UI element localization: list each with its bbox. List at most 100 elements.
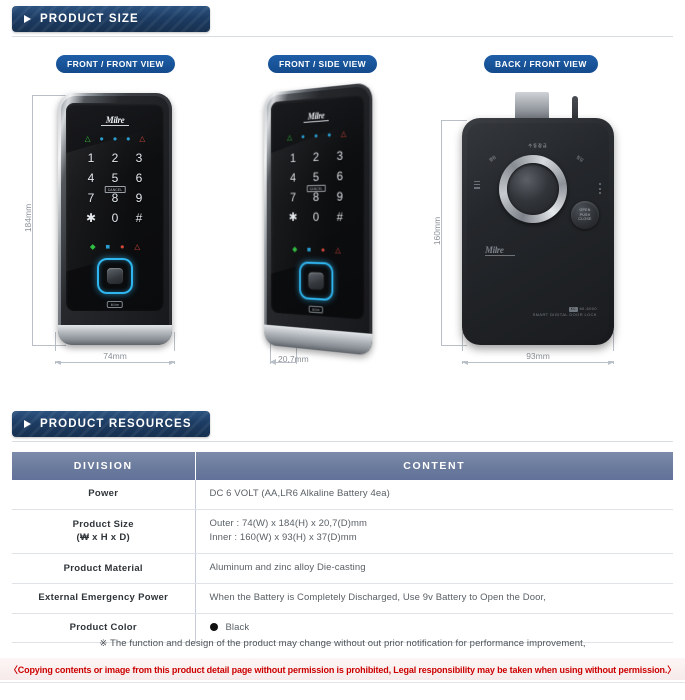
device-side-base <box>264 324 373 356</box>
key-8[interactable]: 8 <box>103 191 127 205</box>
key-hash[interactable]: # <box>328 210 352 224</box>
mute-icon: ◆ <box>89 242 96 251</box>
column-header-division: DIVISION <box>12 452 196 480</box>
key-0[interactable]: 0 <box>103 211 127 225</box>
open-close-button[interactable]: OPEN PUSH CLOSE <box>571 201 599 229</box>
key-6[interactable]: 6 <box>328 169 352 184</box>
content-line-outer: Outer : 74(W) x 184(H) x 20,7(D)mm <box>209 517 368 529</box>
key-9[interactable]: 9 <box>127 191 151 205</box>
key-4[interactable]: 4 <box>282 170 305 185</box>
key-star[interactable]: ✱ <box>282 210 305 224</box>
network-icon: ● <box>126 134 131 143</box>
table-header-row: DIVISION CONTENT <box>12 452 673 480</box>
status-indicator-row-top: △ ● ● ● △ <box>66 135 164 143</box>
table-row: Product Material Aluminum and zinc alloy… <box>12 553 673 584</box>
cell-content-product-size: Outer : 74(W) x 184(H) x 20,7(D)mm Inner… <box>195 509 673 555</box>
model-name: SMART DIGITAL DOOR LOCK <box>532 312 597 317</box>
page-bottom-divider <box>0 682 685 683</box>
cell-content-external-emergency-power: When the Battery is Completely Discharge… <box>195 583 673 614</box>
cell-content-product-material: Aluminum and zinc alloy Die-casting <box>195 553 673 584</box>
key-star[interactable]: ✱ <box>79 211 103 225</box>
table-body: Power DC 6 VOLT (AA,LR6 Alkaline Battery… <box>12 480 673 644</box>
fingerprint-reader-ring-side[interactable] <box>299 261 334 302</box>
manual-turn-knob-face[interactable] <box>507 163 559 215</box>
fingerprint-sensor-pad[interactable] <box>107 268 123 284</box>
key-6[interactable]: 6 <box>127 171 151 185</box>
dim-label-width-back: 93mm <box>462 351 614 361</box>
battery-low-icon: ● <box>320 245 326 255</box>
key-7[interactable]: 7 <box>79 191 103 205</box>
cell-division-product-size: Product Size (₩ x H x D) <box>12 509 196 555</box>
key-0[interactable]: 0 <box>304 210 327 224</box>
product-view-front-front: 184mm 74mm Milre △ ● ● ● △ 1 2 3 4 5 CAN… <box>0 0 230 400</box>
column-header-content: CONTENT <box>195 452 673 480</box>
device-side-body-wrapper: Milre △ ● ● ● △ 1 2 3 4 5 CANCEL 6 7 8 9… <box>264 82 373 356</box>
section-divider-resources <box>12 441 673 442</box>
section-title-product-resources: PRODUCT RESOURCES <box>40 418 192 430</box>
key-4[interactable]: 4 <box>79 171 103 185</box>
device-back-inner-panel: 수동잠금 열림 잠김 OPEN PUSH CLOSE Milre KC MI-6… <box>467 123 609 340</box>
key-7[interactable]: 7 <box>282 190 305 204</box>
key-2[interactable]: 2 <box>304 149 327 164</box>
dim-label-height-front: 184mm <box>23 203 33 233</box>
table-row: External Emergency Power When the Batter… <box>12 583 673 614</box>
device-side-body: Milre △ ● ● ● △ 1 2 3 4 5 CANCEL 6 7 8 9… <box>264 82 373 356</box>
dim-tick-top-back <box>441 120 467 121</box>
cell-content-power: DC 6 VOLT (AA,LR6 Alkaline Battery 4ea) <box>195 480 673 510</box>
key-5[interactable]: 5 CANCEL <box>304 169 327 193</box>
cell-division-power: Power <box>12 480 196 510</box>
dim-line-width-front <box>55 362 175 363</box>
left-vent-slots-2 <box>474 181 480 189</box>
color-swatch-black-icon <box>209 622 218 631</box>
warning-icon: △ <box>335 245 341 255</box>
device-front-body: Milre △ ● ● ● △ 1 2 3 4 5 CANCEL 6 7 8 9… <box>58 93 172 345</box>
bluetooth-icon: ● <box>313 130 319 141</box>
status-indicator-row-bottom: ◆ ■ ● △ <box>66 243 164 251</box>
status-indicator-row-bottom-side: ◆ ■ ● △ <box>271 245 365 255</box>
vent-slot <box>474 181 480 183</box>
keypad-grid-side[interactable]: 1 2 3 4 5 CANCEL 6 7 8 9 ✱ 0 # <box>271 147 365 225</box>
content-line-inner: Inner : 160(W) x 93(H) x 37(D)mm <box>209 532 357 544</box>
table-row: Product Size (₩ x H x D) Outer : 74(W) x… <box>12 509 673 555</box>
alarm-bell-icon: △ <box>139 134 146 143</box>
indicator-dot <box>599 192 601 194</box>
key-1[interactable]: 1 <box>79 151 103 165</box>
alarm-bell-icon: △ <box>340 128 347 139</box>
device-back-body: 수동잠금 열림 잠김 OPEN PUSH CLOSE Milre KC MI-6… <box>462 118 614 345</box>
key-5-label: 5 <box>313 169 320 185</box>
vent-slot <box>474 184 480 186</box>
key-3[interactable]: 3 <box>328 148 352 164</box>
close-label: CLOSE <box>578 217 592 222</box>
key-2[interactable]: 2 <box>103 151 127 165</box>
knob-label-manual-lock: 수동잠금 <box>528 143 548 148</box>
key-9[interactable]: 9 <box>328 189 352 204</box>
key-3[interactable]: 3 <box>127 151 151 165</box>
bluetooth-icon: ● <box>112 134 118 143</box>
specification-table: DIVISION CONTENT Power DC 6 VOLT (AA,LR6… <box>12 452 673 644</box>
indicator-dot <box>599 187 601 190</box>
key-8[interactable]: 8 <box>304 190 327 204</box>
key-hash[interactable]: # <box>127 211 151 225</box>
battery-low-icon: ● <box>119 242 125 251</box>
cell-division-external-emergency-power: External Emergency Power <box>12 583 196 614</box>
product-view-front-side: 20,7mm Milre △ ● ● ● △ 1 2 3 4 5 CANCEL … <box>240 0 440 400</box>
keypad-grid[interactable]: 1 2 3 4 5 CANCEL 6 7 8 9 ✱ 0 # <box>66 151 164 225</box>
brand-logo-back: Milre <box>485 245 515 256</box>
manual-turn-knob[interactable] <box>499 155 567 223</box>
signal-icon: ■ <box>306 244 312 254</box>
brand-logo-side: Milre <box>271 107 365 126</box>
mute-icon: ◆ <box>292 244 298 254</box>
cell-division-product-material: Product Material <box>12 553 196 584</box>
key-5[interactable]: 5 CANCEL <box>103 171 127 193</box>
fingerprint-sensor-pad-side[interactable] <box>308 272 324 290</box>
fingerprint-reader-ring[interactable] <box>97 258 133 294</box>
key-1[interactable]: 1 <box>282 151 305 166</box>
status-indicator-row-top-side: △ ● ● ● △ <box>271 129 365 143</box>
network-icon: ● <box>327 129 332 140</box>
device-front-base <box>58 325 172 345</box>
triangle-marker-icon <box>24 420 31 428</box>
copyright-warning-bar: 〈Copying contents or image from this pro… <box>0 658 685 680</box>
right-indicator-dots <box>599 183 601 194</box>
model-code: MI-6000 <box>579 306 597 311</box>
dim-tick-bottom-back <box>441 345 467 346</box>
